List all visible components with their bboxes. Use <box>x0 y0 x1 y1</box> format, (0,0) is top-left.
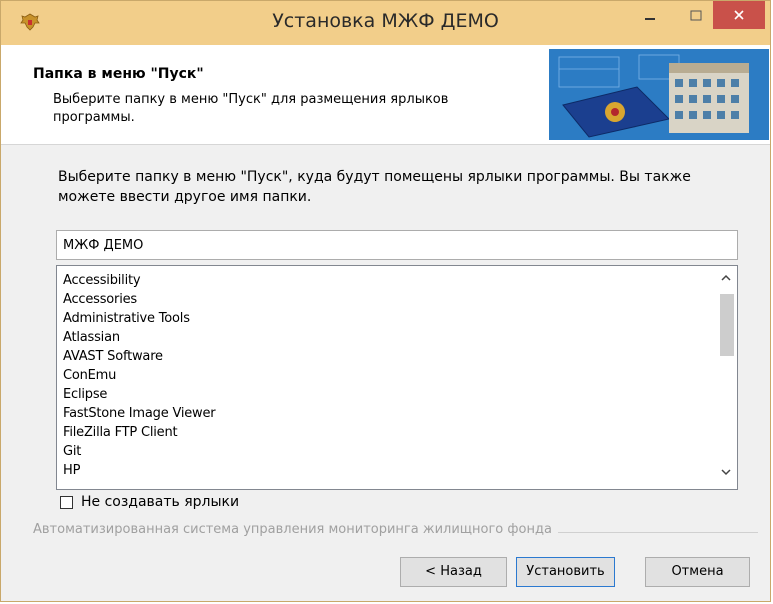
back-button[interactable]: < Назад <box>400 557 507 587</box>
installer-window: Установка МЖФ ДЕМО Папка в меню "Пуск" В… <box>0 0 771 602</box>
list-item[interactable]: HP <box>63 463 80 479</box>
install-button[interactable]: Установить <box>516 557 615 587</box>
scroll-thumb[interactable] <box>720 294 734 356</box>
list-item[interactable]: FileZilla FTP Client <box>63 425 178 441</box>
list-item[interactable]: Accessibility <box>63 273 141 289</box>
close-button[interactable] <box>713 1 765 29</box>
cancel-button[interactable]: Отмена <box>645 557 750 587</box>
list-item[interactable]: Git <box>63 444 81 460</box>
list-item[interactable]: ConEmu <box>63 368 116 384</box>
minimize-button[interactable] <box>627 1 673 31</box>
header-banner-image <box>549 49 769 140</box>
page-subtitle: Выберите папку в меню "Пуск" для размеще… <box>53 92 449 125</box>
instruction-text: Выберите папку в меню "Пуск", куда будут… <box>58 169 691 205</box>
minimize-icon <box>644 7 656 26</box>
list-item[interactable]: AVAST Software <box>63 349 163 365</box>
title-bar[interactable]: Установка МЖФ ДЕМО <box>1 1 770 45</box>
no-shortcuts-label[interactable]: Не создавать ярлыки <box>81 494 239 510</box>
list-item[interactable]: FastStone Image Viewer <box>63 406 216 422</box>
no-shortcuts-checkbox[interactable] <box>60 496 73 509</box>
list-item[interactable]: Atlassian <box>63 330 120 346</box>
scroll-up-icon <box>721 270 731 286</box>
folder-name-input[interactable] <box>56 230 738 260</box>
list-item[interactable]: Administrative Tools <box>63 311 190 327</box>
scroll-down-button[interactable] <box>715 464 737 482</box>
close-icon <box>733 6 745 25</box>
footer-brand-text: Автоматизированная система управления мо… <box>33 522 558 537</box>
wizard-header: Папка в меню "Пуск" Выберите папку в мен… <box>1 45 770 145</box>
list-item[interactable]: Accessories <box>63 292 137 308</box>
scroll-down-icon <box>721 464 731 480</box>
scroll-up-button[interactable] <box>715 270 737 288</box>
page-title: Папка в меню "Пуск" <box>33 66 204 82</box>
maximize-icon <box>690 7 702 26</box>
list-scrollbar[interactable] <box>715 266 737 489</box>
start-menu-folder-list[interactable]: Accessibility Accessories Administrative… <box>56 265 738 490</box>
list-item[interactable]: Eclipse <box>63 387 107 403</box>
